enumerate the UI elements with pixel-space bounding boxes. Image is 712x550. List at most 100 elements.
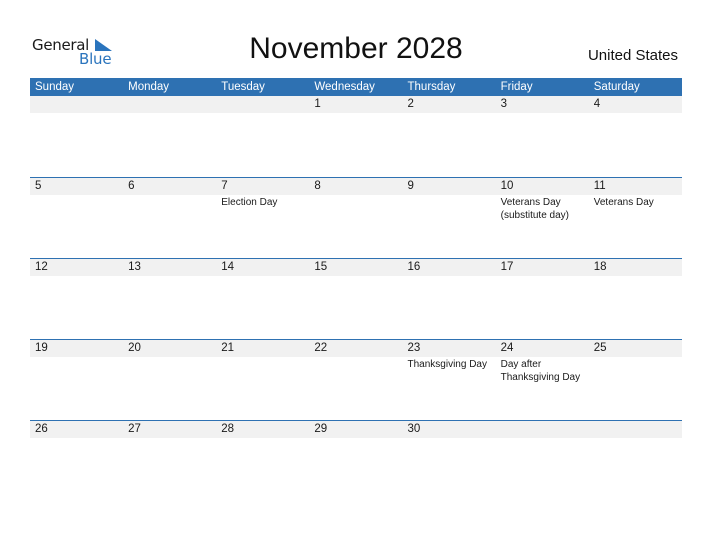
week-cells: 12 13 14 15 16 17 18 [30, 259, 682, 277]
holiday-label [501, 276, 583, 277]
holiday-label [501, 113, 583, 114]
week-cells: 1 2 3 4 [30, 96, 682, 114]
day-cell: 26 [30, 421, 123, 439]
day-cell: 24 Day after Thanksgiving Day [496, 340, 589, 384]
calendar-grid: Sunday Monday Tuesday Wednesday Thursday… [30, 78, 682, 501]
holiday-label [221, 438, 303, 439]
holiday-label [35, 113, 117, 114]
weekday-friday: Friday [500, 81, 533, 93]
day-cell: 3 [496, 96, 589, 114]
holiday-label [221, 276, 303, 277]
day-cell: 7 Election Day [216, 178, 309, 222]
day-number: 14 [221, 261, 235, 273]
day-number: 18 [593, 261, 607, 273]
holiday-label: Thanksgiving Day [407, 359, 487, 370]
day-cell: 18 [589, 259, 682, 277]
day-cell: 20 [123, 340, 216, 384]
week-row: 1 2 3 4 [30, 96, 682, 177]
day-number: 5 [35, 180, 42, 192]
weekday-thursday: Thursday [407, 81, 456, 93]
day-cell: 12 [30, 259, 123, 277]
holiday-label [128, 113, 210, 114]
weekday-header-row: Sunday Monday Tuesday Wednesday Thursday… [30, 78, 682, 96]
holiday-label [408, 276, 490, 277]
weekday-tuesday: Tuesday [221, 81, 265, 93]
day-number: 9 [407, 180, 414, 192]
day-number [35, 96, 123, 113]
day-number: 23 [407, 342, 421, 354]
day-number: 22 [314, 342, 328, 354]
day-cell: 8 [309, 178, 402, 222]
holiday-label [35, 276, 117, 277]
week-row: 5 6 7 Election Day 8 9 10 Veterans Day (substit… [30, 177, 682, 258]
holiday-label [314, 276, 396, 277]
day-number [221, 96, 309, 113]
holiday-label [35, 438, 117, 439]
weekday-saturday: Saturday [593, 81, 640, 93]
holiday-label [128, 438, 210, 439]
day-cell: 21 [216, 340, 309, 384]
day-cell: 6 [123, 178, 216, 222]
weekday-sunday: Sunday [35, 81, 75, 93]
day-number [128, 96, 216, 113]
day-number [594, 421, 682, 438]
holiday-label [221, 113, 303, 114]
day-number: 4 [593, 98, 601, 110]
day-number: 28 [221, 423, 235, 435]
day-number: 11 [593, 180, 606, 192]
holiday-label: Veterans Day (substitute day) [500, 197, 569, 221]
day-cell: 25 [589, 340, 682, 384]
day-cell: 2 [403, 96, 496, 114]
holiday-label [594, 357, 676, 358]
day-number: 1 [314, 98, 321, 110]
holiday-label [128, 195, 210, 196]
holiday-label [221, 357, 303, 358]
day-number: 17 [500, 261, 514, 273]
day-cell [589, 421, 682, 439]
holiday-label [35, 195, 117, 196]
country-label: United States [587, 47, 678, 64]
day-cell: 27 [123, 421, 216, 439]
holiday-label [594, 113, 676, 114]
holiday-label [314, 195, 396, 196]
week-row: 12 13 14 15 16 17 18 [30, 258, 682, 339]
day-cell: 17 [496, 259, 589, 277]
day-cell: 19 [30, 340, 123, 384]
day-cell: 15 [309, 259, 402, 277]
day-cell [123, 96, 216, 114]
day-number: 21 [221, 342, 235, 354]
day-cell: 30 [403, 421, 496, 439]
day-number: 30 [407, 423, 421, 435]
day-cell: 22 [309, 340, 402, 384]
weekday-wednesday: Wednesday [314, 81, 375, 93]
day-number: 6 [128, 180, 135, 192]
day-cell: 16 [403, 259, 496, 277]
day-number: 27 [128, 423, 141, 435]
week-cells: 26 27 28 29 30 [30, 421, 682, 439]
holiday-label [314, 438, 396, 439]
day-cell: 10 Veterans Day (substitute day) [496, 178, 589, 222]
day-number: 2 [407, 98, 414, 110]
week-row: 26 27 28 29 30 [30, 420, 682, 501]
holiday-label [501, 438, 583, 439]
holiday-label: Election Day [221, 197, 278, 208]
day-number: 10 [500, 180, 514, 192]
day-number [501, 421, 589, 438]
day-number: 20 [128, 342, 141, 354]
holiday-label: Veterans Day [593, 197, 654, 208]
day-number: 29 [314, 423, 328, 435]
day-cell: 23 Thanksgiving Day [403, 340, 496, 384]
holiday-label [128, 276, 210, 277]
day-cell [216, 96, 309, 114]
day-number: 3 [500, 98, 508, 110]
holiday-label [408, 438, 490, 439]
day-number: 24 [500, 342, 514, 354]
week-cells: 19 20 21 22 23 Thanksgiving Day 24 Day after Th… [30, 340, 682, 384]
day-number: 7 [221, 180, 228, 192]
day-cell: 11 Veterans Day [589, 178, 682, 222]
holiday-label [314, 357, 396, 358]
holiday-label [314, 113, 396, 114]
day-cell: 5 [30, 178, 123, 222]
week-row: 19 20 21 22 23 Thanksgiving Day 24 Day after Th… [30, 339, 682, 420]
week-cells: 5 6 7 Election Day 8 9 10 Veterans Day (substit… [30, 178, 682, 222]
